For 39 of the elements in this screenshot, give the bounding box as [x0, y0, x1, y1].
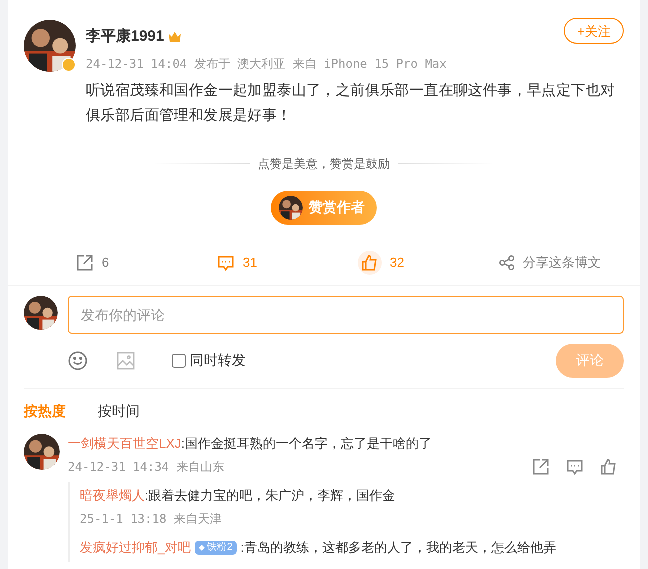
author-name[interactable]: 李平康1991	[86, 26, 164, 48]
commenter-name[interactable]: 发疯好过抑郁_对吧	[80, 538, 192, 558]
comment-icon	[217, 254, 235, 272]
user-avatar	[24, 434, 60, 470]
diamond-icon	[199, 544, 206, 550]
comment-icon	[566, 458, 584, 476]
fan-badge: 铁粉2	[195, 540, 237, 554]
follow-button[interactable]: +关注	[564, 18, 624, 44]
comment-meta: 24-12-31 14:34 来自山东	[68, 458, 226, 476]
thumbs-up-icon	[361, 254, 379, 272]
post-text: 听说宿茂臻和国作金一起加盟泰山了，之前俱乐部一直在聊这件事，早点定下也对俱乐部后面管理和发展是好事！	[86, 82, 616, 126]
author-avatar	[24, 20, 76, 72]
user-avatar	[24, 296, 58, 330]
repost-checkbox[interactable]	[172, 354, 186, 368]
commenter-name[interactable]: 一剑横天百世空LXJ	[68, 434, 182, 454]
comment-text: :青岛的教练，这都多老的人了，我的老天，怎么给他弄	[240, 538, 556, 556]
crown-icon	[168, 31, 182, 44]
repost-action[interactable]: 6	[76, 250, 217, 274]
submit-button[interactable]: 评论	[556, 344, 624, 378]
comment-text: :跟着去健力宝的吧，朱广沪，李辉，国作金	[145, 486, 396, 504]
repost-icon	[532, 458, 550, 476]
sort-tab[interactable]: 按热度	[24, 400, 66, 422]
share-icon	[499, 254, 515, 270]
reward-button[interactable]: 赞赏作者	[271, 190, 377, 224]
comment-meta: 25-1-1 13:18 来自天津	[80, 510, 223, 528]
emoji-icon[interactable]	[68, 350, 88, 370]
commenter-name[interactable]: 暗夜舉燭人	[80, 486, 145, 506]
sort-tab[interactable]: 按时间	[98, 400, 140, 422]
author-avatar	[279, 196, 303, 220]
post-meta: 24-12-31 14:04 发布于 澳大利亚 来自 iPhone 15 Pro Max	[86, 56, 448, 72]
comment-action[interactable]: 31	[217, 250, 358, 274]
comment-text: :国作金挺耳熟的一个名字，忘了是干啥的了	[181, 434, 432, 452]
thumbs-up-icon	[600, 458, 618, 476]
repost-label: 同时转发	[190, 351, 246, 370]
reward-slogan: 点赞是美意，赞赏是鼓励	[258, 156, 390, 172]
like-action[interactable]: 32	[358, 250, 499, 274]
comment-input[interactable]: 发布你的评论	[68, 296, 624, 334]
share-action[interactable]: 分享这条博文	[499, 250, 640, 274]
repost-icon	[76, 254, 94, 272]
